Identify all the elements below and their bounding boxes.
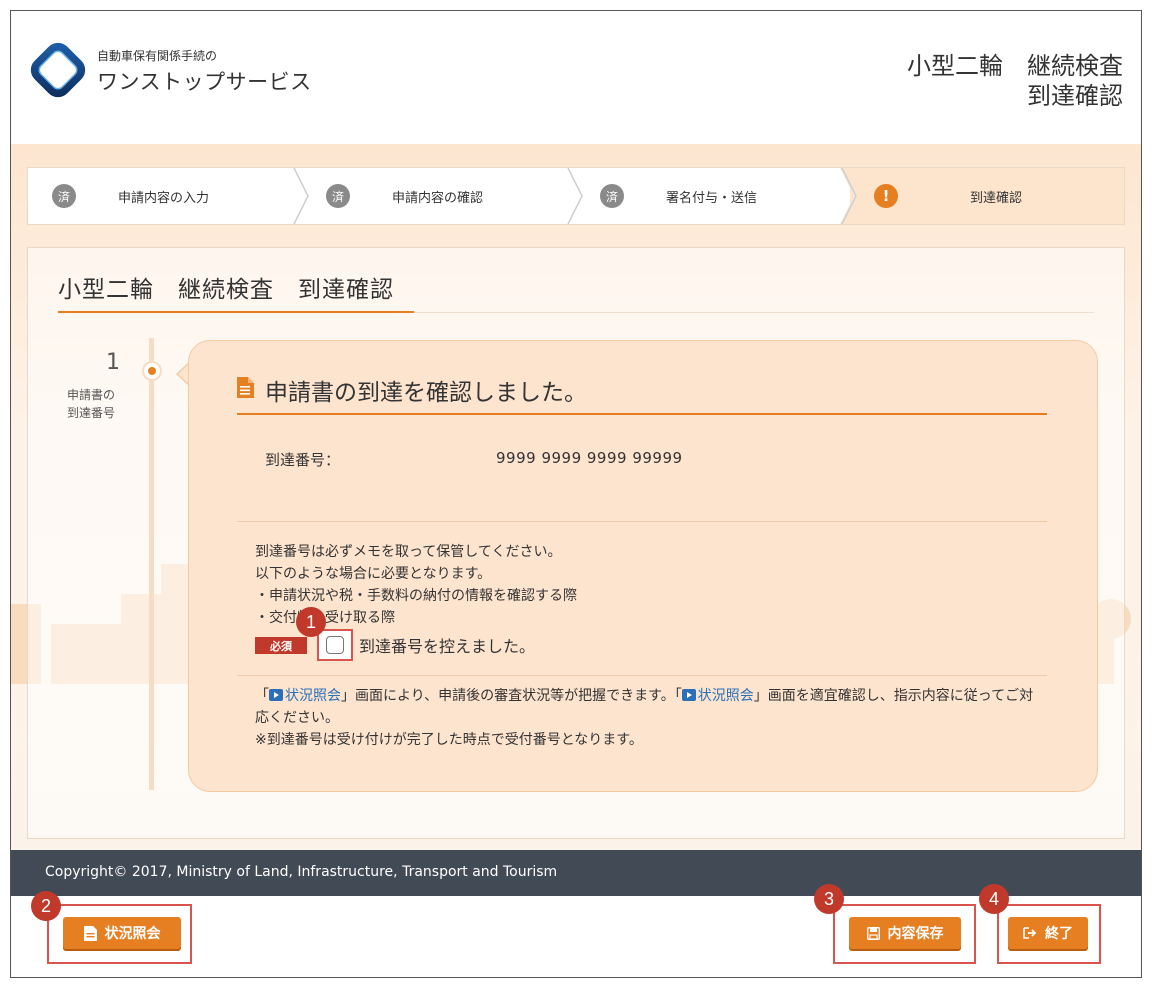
status-link-label: 状況照会 bbox=[697, 688, 754, 704]
required-badge: 必須 bbox=[255, 637, 307, 654]
callout-badge-2: 2 bbox=[31, 891, 61, 921]
info-text-part: 」画面により、申請後の審査状況等が把握できます。「 bbox=[341, 688, 682, 704]
result-heading: 申請書の到達を確認しました。 bbox=[265, 380, 587, 406]
header: 自動車保有関係手続の ワンストップサービス 小型二輪 継続検査 到達確認 bbox=[11, 11, 1141, 144]
note-line: ・申請状況や税・手数料の納付の情報を確認する際 bbox=[255, 588, 577, 604]
step-input: 済 申請内容の入力 bbox=[28, 168, 309, 224]
step-separator-icon bbox=[567, 168, 583, 224]
timeline-caption-line2: 到達番号 bbox=[66, 406, 115, 420]
main-panel: 小型二輪 継続検査 到達確認 1 申請書の 到達番号 申請書の到達を確認しました。 … bbox=[27, 247, 1125, 839]
confirm-checkbox[interactable] bbox=[317, 629, 353, 661]
step-label: 申請内容の入力 bbox=[118, 190, 210, 206]
end-button-label: 終了 bbox=[1045, 926, 1073, 942]
callout-badge-3: 3 bbox=[814, 884, 844, 914]
step-done-badge: 済 bbox=[326, 184, 350, 208]
step-label: 到達確認 bbox=[970, 190, 1023, 206]
status-inquiry-link[interactable]: 状況照会 bbox=[269, 688, 341, 704]
page-title-part2: 継続検査 bbox=[178, 277, 274, 303]
document-icon bbox=[237, 377, 254, 398]
status-inquiry-button-label: 状況照会 bbox=[104, 926, 161, 942]
save-button[interactable]: 内容保存 bbox=[849, 917, 961, 949]
step-label: 申請内容の確認 bbox=[392, 190, 484, 206]
page-title-part1: 小型二輪 bbox=[58, 277, 154, 303]
step-separator-icon bbox=[293, 168, 309, 224]
callout-badge-1: 1 bbox=[296, 607, 326, 637]
status-link-label: 状況照会 bbox=[285, 688, 341, 704]
divider bbox=[237, 521, 1047, 522]
step-done-badge: 済 bbox=[600, 184, 624, 208]
play-icon bbox=[269, 689, 283, 701]
exclamation-icon: ! bbox=[874, 184, 898, 208]
step-label: 署名付与・送信 bbox=[666, 190, 758, 206]
header-title-part2: 継続検査 bbox=[1027, 52, 1123, 80]
document-icon bbox=[83, 925, 97, 941]
title-divider bbox=[414, 312, 1094, 313]
play-icon bbox=[681, 689, 696, 701]
step-done-badge: 済 bbox=[52, 184, 76, 208]
step-arrival-confirm: ! 到達確認 bbox=[850, 168, 1124, 224]
heading-rule bbox=[237, 413, 1047, 415]
logo-icon bbox=[30, 42, 86, 98]
copyright-text: Copyright© 2017, Ministry of Land, Infra… bbox=[45, 864, 558, 880]
footer: Copyright© 2017, Ministry of Land, Infra… bbox=[11, 850, 1141, 896]
header-page-title: 小型二輪 継続検査 到達確認 bbox=[907, 51, 1123, 111]
arrival-number-value: 9999 9999 9999 99999 bbox=[496, 449, 683, 467]
page-frame: 自動車保有関係手続の ワンストップサービス 小型二輪 継続検査 到達確認 済 申… bbox=[10, 10, 1142, 978]
checkbox-square[interactable] bbox=[326, 636, 344, 654]
status-inquiry-button[interactable]: 状況照会 bbox=[63, 917, 181, 949]
step-confirm: 済 申請内容の確認 bbox=[302, 168, 583, 224]
page-title: 小型二輪 継続検査 到達確認 bbox=[58, 270, 394, 304]
timeline-caption-line1: 申請書の bbox=[66, 388, 115, 402]
header-title-part1: 小型二輪 bbox=[907, 52, 1003, 80]
exit-icon bbox=[1023, 927, 1037, 939]
result-card: 申請書の到達を確認しました。 到達番号： 9999 9999 9999 9999… bbox=[188, 340, 1098, 792]
save-button-label: 内容保存 bbox=[887, 926, 944, 942]
save-icon bbox=[866, 926, 880, 940]
step-separator-icon bbox=[840, 168, 860, 224]
arrival-number-label: 到達番号： bbox=[265, 451, 341, 469]
info-text-part: 「 bbox=[255, 688, 269, 704]
status-inquiry-link[interactable]: 状況照会 bbox=[681, 688, 754, 704]
end-button[interactable]: 終了 bbox=[1008, 917, 1088, 949]
info-note: ※到達番号は受け付けが完了した時点で受付番号となります。 bbox=[255, 732, 643, 748]
page-title-part3: 到達確認 bbox=[298, 277, 394, 303]
timeline-bar bbox=[149, 338, 154, 790]
note-line: 到達番号は必ずメモを取って保管してください。 bbox=[255, 544, 562, 560]
logo-subtitle: 自動車保有関係手続の bbox=[97, 49, 218, 63]
header-title-part3: 到達確認 bbox=[1027, 82, 1123, 110]
info-text: 「状況照会」画面により、申請後の審査状況等が把握できます。「 状況照会」画面を適宜… bbox=[255, 685, 1045, 751]
title-underline bbox=[58, 311, 414, 313]
step-sign-send: 済 署名付与・送信 bbox=[576, 168, 860, 224]
note-line: 以下のような場合に必要となります。 bbox=[255, 566, 492, 582]
callout-badge-4: 4 bbox=[979, 884, 1009, 914]
timeline-step-caption: 申請書の 到達番号 bbox=[62, 386, 120, 422]
timeline-dot-icon bbox=[142, 361, 162, 381]
progress-steps: 済 申請内容の入力 済 申請内容の確認 済 署名付与・送信 ! 到達確認 bbox=[27, 167, 1125, 225]
divider bbox=[237, 675, 1047, 676]
logo-title: ワンストップサービス bbox=[97, 70, 312, 94]
confirm-checkbox-label[interactable]: 到達番号を控えました。 bbox=[359, 633, 535, 657]
